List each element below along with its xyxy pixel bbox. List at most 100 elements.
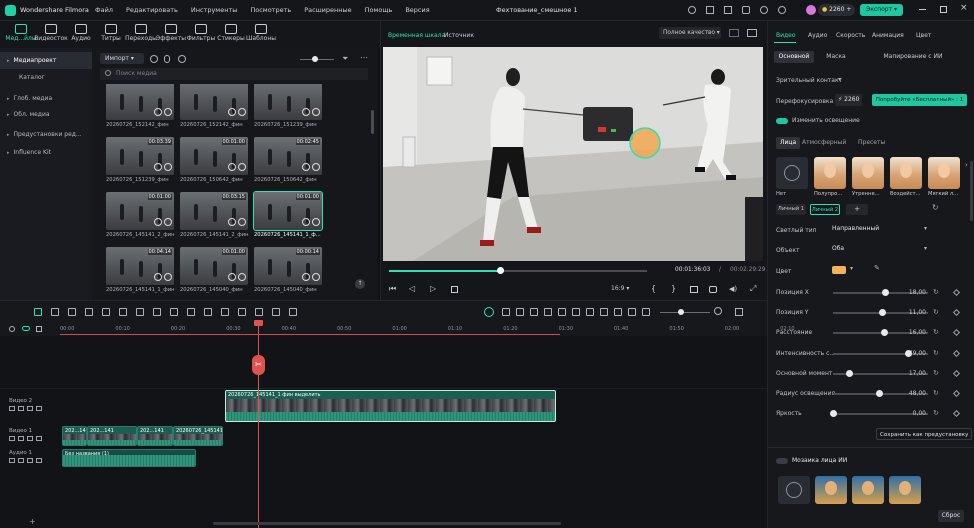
chevron-down-icon[interactable]: ▾ [838,76,841,83]
track-video-icon[interactable] [9,436,15,441]
search-input[interactable]: Поиск медиа [116,70,157,77]
reset-icon[interactable]: ↻ [933,308,939,316]
split-marker[interactable]: ✂ [252,355,265,375]
add-clip-icon[interactable] [312,108,320,116]
progress-handle[interactable] [496,267,504,274]
motion-icon[interactable] [600,308,608,316]
clip-video-2[interactable]: 20260726_145141_1 фин выделить [225,390,556,422]
timer-icon[interactable] [170,308,178,316]
media-scrollbar[interactable] [371,110,374,134]
reset-icon[interactable]: ↻ [933,409,939,417]
clip-audio-1[interactable]: Без названия (1) [62,449,196,467]
export-button[interactable]: Экспорт ▾ [860,4,903,16]
playback-progress[interactable] [389,267,647,274]
menu-item[interactable]: Посмотреть [250,6,291,14]
tool-music[interactable]: Аудио [64,24,98,42]
scroll-presets-icon[interactable]: › [965,161,968,169]
import-dropdown[interactable]: Импорт ▾ [100,53,144,64]
refresh-icon[interactable]: ↻ [932,203,939,212]
slider-knob[interactable] [882,289,890,296]
param-value[interactable]: 0,00 [896,410,926,417]
maximize-icon[interactable] [940,6,947,13]
filter-icon[interactable]: ⏷ [342,54,348,64]
sidebar-item[interactable]: ▸ Медиапроект [0,52,92,69]
add-track-icon[interactable] [9,326,15,332]
grid-view-icon[interactable] [735,308,743,316]
help-icon[interactable] [778,6,786,14]
video-frame[interactable] [383,47,763,261]
step-back-icon[interactable]: ◁ [409,284,415,293]
clip-options-icon[interactable] [302,218,310,226]
tab-audio[interactable]: Аудио [808,32,827,39]
preset-thumbnail[interactable] [852,157,884,189]
menu-item[interactable]: Помощь [365,6,393,14]
prev-frame-icon[interactable]: ⏮ [389,284,396,294]
undo-icon[interactable] [51,308,59,316]
zoom-knob[interactable] [678,309,684,315]
copy-icon[interactable] [530,308,538,316]
tool-media[interactable]: Мед...йлы [4,24,38,42]
lock-icon[interactable] [18,406,24,411]
save-icon[interactable] [724,6,732,14]
timeline-scrollbar[interactable] [213,522,561,525]
add-clip-icon[interactable] [164,163,172,171]
close-icon[interactable]: × [960,3,968,13]
keyframe-icon[interactable] [952,308,961,317]
credits-badge[interactable]: ● 2260 + [818,4,856,16]
marker-icon[interactable] [204,308,212,316]
scroll-up-button[interactable]: ↑ [355,279,365,289]
sticker-tool-icon[interactable] [544,308,552,316]
add-clip-icon[interactable] [164,218,172,226]
clip-video-1[interactable]: 202...141 [137,426,173,446]
menu-item[interactable]: Инструменты [191,6,238,14]
panel-scrollbar[interactable] [970,161,973,221]
param-value[interactable]: 17,00 [896,370,926,377]
slider-knob[interactable] [830,410,837,417]
add-clip-icon[interactable] [312,273,320,281]
media-thumbnail[interactable]: 00:01:00 [106,192,174,230]
media-thumbnail[interactable]: 00:01:00 [180,247,248,285]
media-thumbnail[interactable]: 00:01:00 [180,137,248,175]
face-chip[interactable]: Личный 2 [810,204,840,215]
clip-options-icon[interactable] [154,273,162,281]
clip-video-1[interactable]: 202...141 [62,426,87,446]
try-free-button[interactable]: Попробуйте «Бесплатный» : 1 [872,94,967,106]
preset-thumbnail[interactable] [814,157,846,189]
audio-icon[interactable] [614,308,622,316]
eyedropper-icon[interactable]: ✎ [874,264,880,272]
tab-video[interactable]: Видео [776,32,796,39]
track-video-icon[interactable] [9,406,15,411]
redo-icon[interactable] [68,308,76,316]
cut-icon[interactable] [102,308,110,316]
slider-knob[interactable] [879,309,887,316]
reset-icon[interactable]: ↻ [933,369,939,377]
snapshot-icon[interactable] [747,29,757,37]
zoom-slider[interactable] [300,56,334,62]
tab-color[interactable]: Цвет [916,32,931,39]
aspect-ratio-dropdown[interactable]: 16:9 ▾ [611,285,629,292]
lighting-tab[interactable]: Пресеты [854,137,889,149]
lighting-tab[interactable]: Лица [776,137,801,149]
slider-knob[interactable] [846,370,854,377]
menu-item[interactable]: Расширенные [304,6,351,14]
visibility-icon[interactable] [36,436,42,441]
reset-icon[interactable]: ↻ [933,328,939,336]
reset-icon[interactable]: ↻ [933,389,939,397]
resize-icon[interactable]: ⤢ [750,284,756,294]
light-type-dropdown[interactable]: Направленный ▾ [832,223,927,235]
avatar[interactable] [806,5,816,15]
shield-icon[interactable] [502,308,510,316]
media-thumbnail[interactable]: 00:03:15 [180,192,248,230]
speed-icon[interactable] [153,308,161,316]
tool-transition[interactable]: Переходы [124,24,158,42]
lock-icon[interactable] [18,458,24,463]
subtab[interactable]: Мапирование с ИИ [880,51,946,63]
reframe-credits[interactable]: ⚡ 2260 [835,94,863,106]
notification-icon[interactable] [688,6,696,14]
timeline-ruler[interactable]: 00:00 00:10 00:20 00:30 00:40 00:50 01:00 01:10… [60,322,795,336]
lighting-tab[interactable]: Атмосферный [798,137,850,149]
keyframe-icon[interactable] [952,288,961,297]
microphone-icon[interactable] [164,55,170,63]
clip-options-icon[interactable] [154,163,162,171]
add-track-button[interactable]: + [29,517,36,526]
